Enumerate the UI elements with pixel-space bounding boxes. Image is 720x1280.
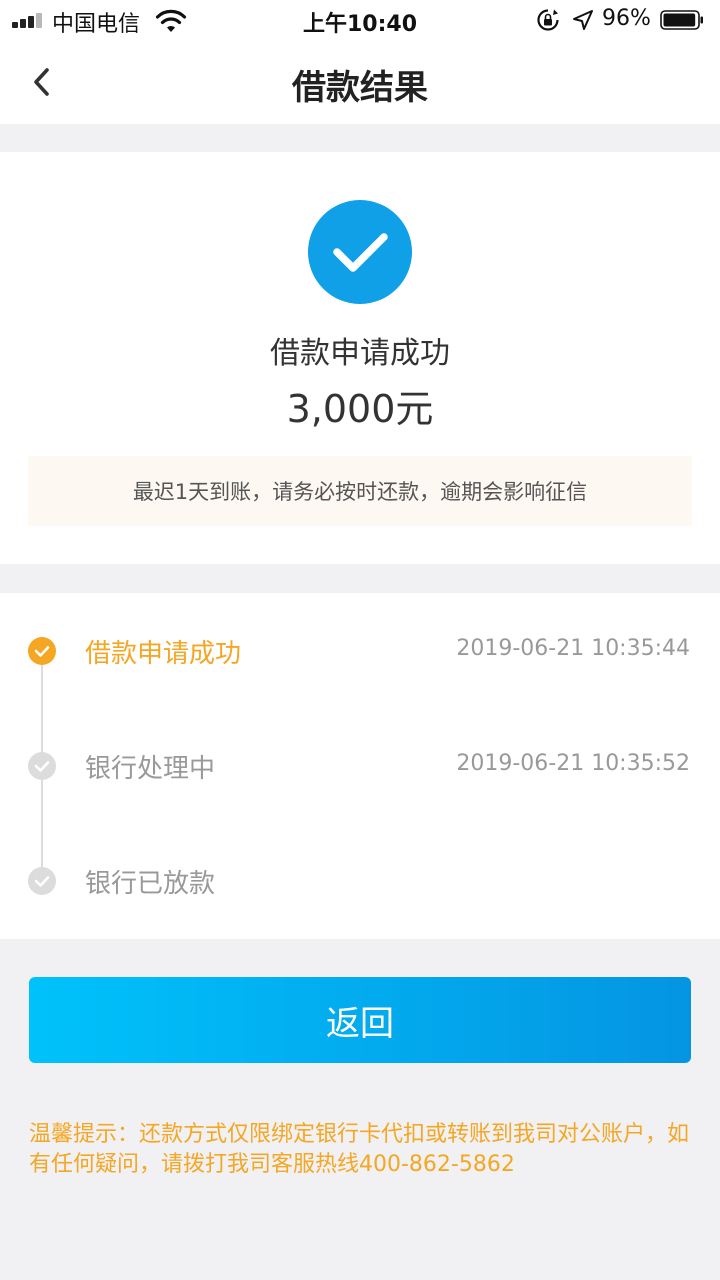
step-label: 银行已放款 (85, 869, 216, 899)
result-title: 借款申请成功 (270, 336, 450, 371)
loan-amount: 3,000元 (286, 387, 434, 431)
return-button[interactable]: 返回 (29, 977, 691, 1063)
step-time: 2019-06-21 10:35:52 (456, 751, 690, 776)
step-time: 2019-06-21 10:35:44 (456, 636, 690, 661)
step-label: 银行处理中 (85, 754, 216, 784)
location-arrow-icon (573, 10, 593, 30)
arrival-notice: 最迟1天到账，请务必按时还款，逾期会影响征信 (28, 456, 692, 526)
page-title: 借款结果 (292, 68, 428, 108)
check-dot-icon (28, 637, 56, 665)
status-bar: 中国电信 上午10:40 96% (0, 0, 720, 40)
battery-icon (660, 10, 703, 30)
rotation-lock-icon (537, 9, 559, 31)
timeline-step-processing: 银行处理中 2019-06-21 10:35:52 (0, 740, 720, 790)
timeline-step-disbursed: 银行已放款 (0, 855, 720, 905)
step-label: 借款申请成功 (85, 639, 242, 669)
check-dot-icon (28, 867, 56, 895)
battery-percent: 96% (602, 6, 651, 31)
check-circle-icon (308, 200, 412, 304)
progress-timeline: 借款申请成功 2019-06-21 10:35:44 银行处理中 2019-06… (0, 593, 720, 939)
timeline-step-applied: 借款申请成功 2019-06-21 10:35:44 (0, 625, 720, 675)
warm-tip: 温馨提示：还款方式仅限绑定银行卡代扣或转账到我司对公账户，如有任何疑问，请拨打我… (29, 1122, 690, 1177)
arrival-notice-text: 最迟1天到账，请务必按时还款，逾期会影响征信 (132, 480, 588, 504)
result-card: 借款申请成功 3,000元 最迟1天到账，请务必按时还款，逾期会影响征信 (0, 152, 720, 564)
nav-bar: 借款结果 (0, 40, 720, 124)
check-dot-icon (28, 752, 56, 780)
